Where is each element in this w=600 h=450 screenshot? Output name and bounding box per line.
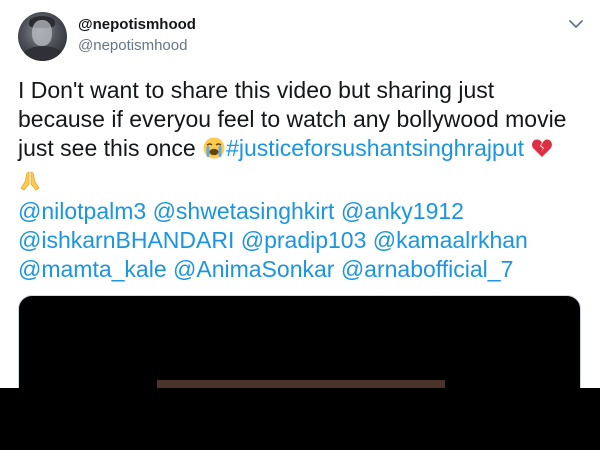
- avatar[interactable]: [18, 12, 67, 61]
- mention-link[interactable]: @pradip103: [241, 227, 367, 253]
- broken-heart-icon: [530, 136, 554, 167]
- tweet-card: @nepotismhood @nepotismhood I Don't want…: [0, 0, 600, 405]
- user-handle[interactable]: @nepotismhood: [78, 37, 187, 54]
- tweet-text-line-3: just see this once #justiceforsushantsin…: [18, 134, 588, 167]
- mention-line: @nilotpalm3 @shwetasinghkirt @anky1912: [18, 197, 588, 226]
- mention-line: @ishkarnBHANDARI @pradip103 @kamaalrkhan: [18, 226, 588, 255]
- mention-list: @nilotpalm3 @shwetasinghkirt @anky1912 @…: [18, 197, 588, 284]
- video-frame-bar: [157, 380, 445, 388]
- tweet-text-line-4: [18, 167, 588, 200]
- tweet-text: I Don't want to share this video but sha…: [18, 76, 588, 200]
- folded-hands-icon: [18, 169, 42, 200]
- avatar-face: [32, 20, 52, 46]
- tweet-text-line: I Don't want to share this video but sha…: [18, 77, 495, 103]
- hashtag-link[interactable]: #justiceforsushantsinghrajput: [226, 135, 524, 161]
- mention-line: @mamta_kale @AnimaSonkar @arnabofficial_…: [18, 255, 588, 284]
- mention-link[interactable]: @arnabofficial_7: [341, 256, 514, 282]
- mention-link[interactable]: @shwetasinghkirt: [153, 198, 335, 224]
- tweet-text-line: just see this once: [18, 135, 196, 161]
- bottom-black-band: [0, 388, 600, 450]
- mention-link[interactable]: @ishkarnBHANDARI: [18, 227, 234, 253]
- chevron-down-icon[interactable]: [566, 14, 586, 34]
- avatar-shoulder: [22, 46, 64, 61]
- mention-link[interactable]: @mamta_kale: [18, 256, 167, 282]
- loudly-crying-face-icon: [202, 136, 226, 167]
- tweet-text-line: because if everyou feel to watch any bol…: [18, 106, 567, 132]
- mention-link[interactable]: @anky1912: [341, 198, 464, 224]
- mention-link[interactable]: @AnimaSonkar: [173, 256, 334, 282]
- display-name[interactable]: @nepotismhood: [78, 16, 196, 33]
- mention-link[interactable]: @nilotpalm3: [18, 198, 146, 224]
- mention-link[interactable]: @kamaalrkhan: [373, 227, 528, 253]
